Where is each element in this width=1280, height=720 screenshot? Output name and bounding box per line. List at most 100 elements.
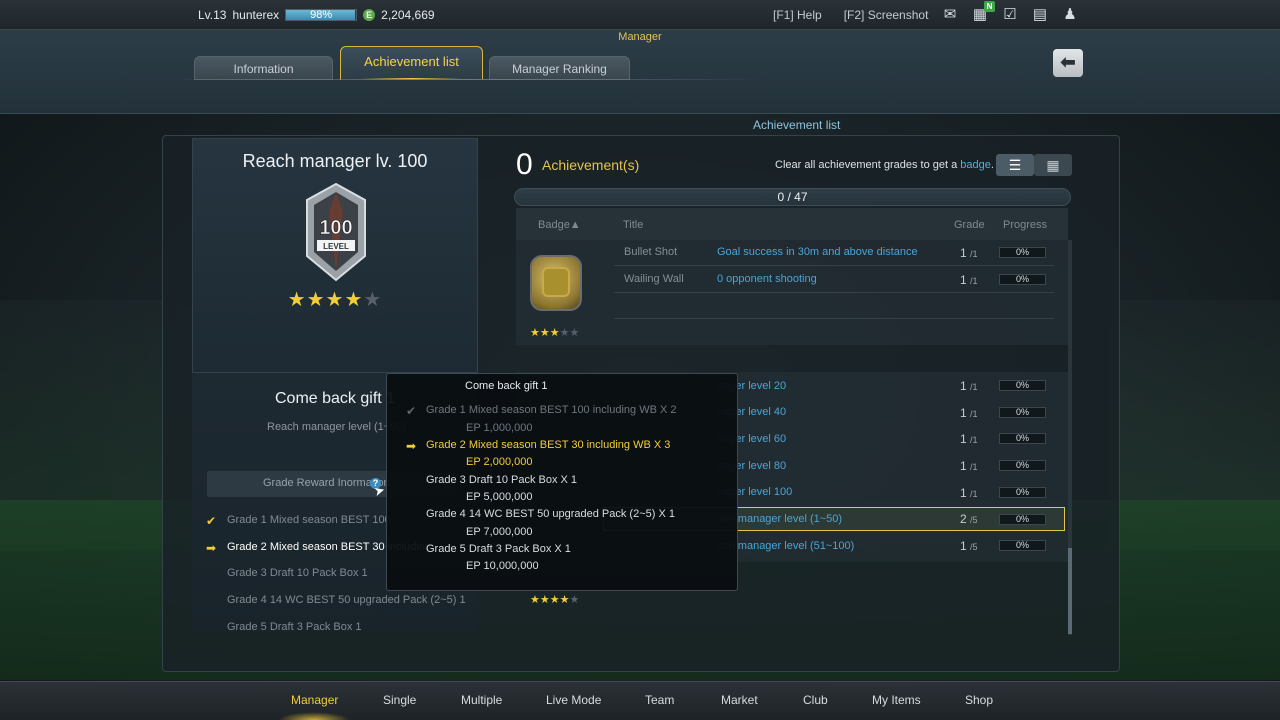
tab-manager-ranking[interactable]: Manager Ranking	[489, 56, 630, 80]
row-title: Wailing Wall	[624, 273, 684, 285]
main-caption: Achievement list	[753, 118, 841, 132]
tooltip-ep-3: EP 5,000,000	[466, 491, 533, 503]
row-progress: 0%	[999, 487, 1046, 498]
nav-manager[interactable]: Manager	[291, 693, 338, 707]
chat-icon[interactable]: ▤	[1030, 5, 1050, 25]
grade-row-3: Grade 3 Draft 10 Pack Box 1	[227, 567, 368, 579]
tab-information[interactable]: Information	[194, 56, 333, 80]
row-progress: 0%	[999, 247, 1046, 258]
badge-hint-end: .	[990, 159, 994, 171]
achievement-count-label: Achievement(s)	[542, 157, 640, 173]
back-button[interactable]: ⬅	[1053, 49, 1083, 77]
section-label: Manager	[618, 31, 662, 43]
row-grade: 1 /1	[960, 246, 978, 260]
back-arrow-icon: ⬅	[1060, 52, 1076, 72]
nav-shop[interactable]: Shop	[965, 693, 993, 707]
screenshot-link[interactable]: [F2] Screenshot	[844, 8, 929, 22]
arrow-right-icon: ➡	[206, 541, 217, 555]
grade-row-4: Grade 4 14 WC BEST 50 upgraded Pack (2~5…	[227, 594, 466, 606]
badge-medal-icon	[530, 255, 582, 311]
tooltip-grade-4: Grade 4 14 WC BEST 50 upgraded Pack (2~5…	[426, 508, 675, 520]
grid-view-button[interactable]: ▦	[1034, 154, 1072, 176]
star-filled-icon: ★	[287, 289, 307, 311]
grade-row-1: Grade 1 Mixed season BEST 100	[227, 514, 391, 526]
exp-percent: 98%	[310, 9, 333, 21]
row-progress: 0%	[999, 460, 1046, 471]
row-progress: 0%	[999, 274, 1046, 285]
nav-single[interactable]: Single	[383, 693, 416, 707]
achievement-detail-panel: Reach manager lv. 100 100 LEVEL ★★★★★	[192, 138, 478, 373]
arrow-right-icon: ➡	[406, 439, 417, 453]
table-scroll-thumb[interactable]	[1068, 548, 1072, 634]
emblem-label: LEVEL	[323, 242, 349, 251]
table-header	[516, 208, 1068, 240]
badge-hint-text: Clear all achievement grades to get a	[775, 159, 958, 171]
grid-icon: ▦	[1046, 157, 1060, 173]
group-1-stars: ★★★★★	[530, 327, 580, 339]
new-badge: N	[984, 1, 995, 12]
bottom-nav	[0, 681, 1280, 720]
badge-link[interactable]: badge	[960, 159, 991, 171]
nav-team[interactable]: Team	[645, 693, 674, 707]
row-divider	[614, 265, 1054, 266]
nav-club[interactable]: Club	[803, 693, 828, 707]
row-grade: 1 /1	[960, 486, 978, 500]
row-progress: 0%	[999, 433, 1046, 444]
nav-multiple[interactable]: Multiple	[461, 693, 502, 707]
grade-reward: 14 WC BEST 50 upgraded Pack (2~5) 1	[269, 594, 466, 606]
tab-achievement-list[interactable]: Achievement list	[340, 46, 483, 80]
nav-live-mode[interactable]: Live Mode	[546, 693, 601, 707]
grade-reward: Draft 10 Pack Box 1	[269, 567, 368, 579]
row-grade: 1 /1	[960, 432, 978, 446]
calendar-check-icon[interactable]: ☑	[1000, 5, 1020, 25]
emblem-number: 100	[319, 217, 352, 239]
row-grade: 1 /1	[960, 406, 978, 420]
achievement-title: Reach manager lv. 100	[242, 151, 428, 171]
row-divider	[614, 318, 1054, 319]
row-grade: 1 /1	[960, 379, 978, 393]
tooltip-ep-1: EP 1,000,000	[466, 422, 533, 434]
tooltip-ep-2: EP 2,000,000	[466, 456, 533, 468]
mail-icon[interactable]: ✉	[940, 5, 960, 25]
level-100-emblem-icon: 100 LEVEL	[306, 182, 366, 282]
star-filled-icon: ★	[325, 289, 345, 311]
row-grade: 1 /1	[960, 459, 978, 473]
active-nav-glow	[278, 712, 350, 720]
col-progress[interactable]: Progress	[1003, 219, 1047, 231]
user-info: Lv.13 hunterex 98% E 2,204,669	[198, 8, 435, 22]
nav-market[interactable]: Market	[721, 693, 758, 707]
grade-stars: ★★★★★	[193, 287, 477, 312]
group-2-stars: ★★★★★	[530, 594, 580, 606]
gift-title: Come back gift 1	[275, 390, 396, 407]
nav-my-items[interactable]: My Items	[872, 693, 921, 707]
check-icon: ✔	[406, 404, 417, 418]
user-name: hunterex	[232, 8, 280, 22]
star-empty-icon: ★	[363, 289, 383, 311]
list-view-button[interactable]: ☰	[996, 154, 1034, 176]
star-filled-icon: ★	[306, 289, 326, 311]
row-grade: 2 /5	[960, 512, 978, 526]
col-badge[interactable]: Badge▲	[538, 219, 581, 231]
grade-row-5: Grade 5 Draft 3 Pack Box 1	[227, 621, 362, 633]
tooltip-title: Come back gift 1	[465, 380, 548, 392]
list-icon: ☰	[1008, 157, 1022, 173]
badge-inner	[542, 267, 570, 297]
tooltip-ep-4: EP 7,000,000	[466, 526, 533, 538]
grade-label: Grade 3	[227, 567, 267, 579]
notice-icon[interactable]: ▦ N	[970, 1, 995, 25]
total-progress-bar: 0 / 47	[514, 188, 1071, 206]
grade-label: Grade 5	[227, 621, 267, 633]
row-progress: 0%	[999, 407, 1046, 418]
tooltip-grade-2: Grade 2 Mixed season BEST 30 including W…	[426, 439, 671, 451]
help-link[interactable]: [F1] Help	[773, 8, 822, 22]
col-grade[interactable]: Grade	[954, 219, 985, 231]
grade-label: Grade 1	[227, 514, 267, 526]
profile-icon[interactable]: ♟	[1060, 5, 1080, 25]
grade-label: Grade 4	[227, 594, 267, 606]
row-desc: Goal success in 30m and above distance	[717, 246, 918, 258]
top-bar: Lv.13 hunterex 98% E 2,204,669 [F1] Help…	[0, 0, 1280, 30]
user-level: Lv.13	[198, 8, 227, 22]
row-progress: 0%	[999, 540, 1046, 551]
col-title[interactable]: Title	[623, 219, 643, 231]
grade-reward: Draft 3 Pack Box 1	[269, 621, 362, 633]
